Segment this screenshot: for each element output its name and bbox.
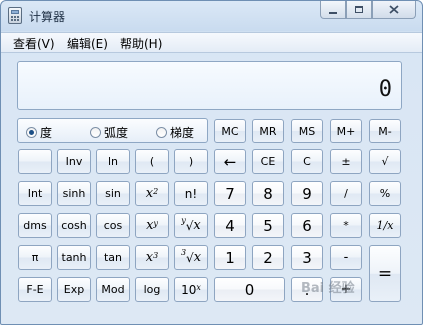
calculator-window: 计算器 查看(V) 编辑(E) 帮助(H) 0 度 弧度 梯度 MC MR MS… — [0, 0, 423, 325]
radical-icon: √ — [185, 218, 194, 233]
radio-radians[interactable]: 弧度 — [90, 124, 128, 141]
key-ten-power-x[interactable]: 10 x — [174, 277, 208, 302]
result-display: 0 — [17, 61, 402, 110]
key-9[interactable]: 9 — [291, 181, 323, 206]
radio-label: 度 — [40, 126, 53, 140]
key-open-paren[interactable]: ( — [135, 149, 169, 174]
key-c[interactable]: C — [291, 149, 323, 174]
key-cube-root[interactable]: 3 √ x — [174, 245, 208, 270]
key-mc[interactable]: MC — [214, 119, 246, 143]
key-int[interactable]: Int — [18, 181, 52, 206]
key-4[interactable]: 4 — [214, 213, 246, 238]
key-cube-root-index: 3 — [180, 248, 187, 257]
key-divide[interactable]: / — [330, 181, 362, 206]
key-x-power-y-exp: y — [153, 219, 158, 228]
key-negate[interactable]: ± — [330, 149, 362, 174]
radio-degrees[interactable]: 度 — [26, 124, 52, 141]
key-close-paren[interactable]: ) — [174, 149, 208, 174]
minimize-icon — [329, 11, 337, 14]
key-x-cubed-base: x — [145, 250, 154, 265]
key-backspace[interactable]: ← — [214, 149, 246, 174]
key-subtract[interactable]: - — [330, 245, 362, 270]
key-0[interactable]: 0 — [214, 277, 285, 302]
window-title: 计算器 — [29, 10, 66, 24]
key-5[interactable]: 5 — [252, 213, 284, 238]
key-sqrt[interactable]: √ — [369, 149, 401, 174]
menu-help[interactable]: 帮助(H) — [120, 35, 162, 52]
title-bar: 计算器 — [1, 1, 422, 31]
key-ce[interactable]: CE — [252, 149, 284, 174]
radical-icon: √ — [186, 250, 194, 265]
watermark: Bai 经验 — [301, 281, 355, 296]
key-sinh[interactable]: sinh — [57, 181, 91, 206]
close-icon — [389, 5, 399, 14]
radio-dot — [90, 127, 101, 138]
key-cube-root-radicand: x — [193, 250, 202, 265]
key-tanh[interactable]: tanh — [57, 245, 91, 270]
key-6[interactable]: 6 — [291, 213, 323, 238]
maximize-button[interactable] — [346, 1, 372, 19]
angle-unit-group: 度 弧度 梯度 — [17, 118, 208, 143]
calculator-app-icon — [8, 7, 22, 24]
key-tan[interactable]: tan — [96, 245, 130, 270]
radio-grads[interactable]: 梯度 — [156, 124, 194, 141]
key-m-plus[interactable]: M+ — [330, 119, 362, 143]
key-factorial[interactable]: n! — [174, 181, 208, 206]
key-cosh[interactable]: cosh — [57, 213, 91, 238]
key-exp[interactable]: Exp — [57, 277, 91, 302]
key-equals[interactable]: = — [369, 245, 401, 302]
menu-bar: 查看(V) 编辑(E) 帮助(H) — [1, 32, 422, 53]
key-log[interactable]: log — [135, 277, 169, 302]
key-x-squared[interactable]: x2 — [135, 181, 169, 206]
key-x-cubed[interactable]: x3 — [135, 245, 169, 270]
key-sin[interactable]: sin — [96, 181, 130, 206]
key-fe[interactable]: F-E — [18, 277, 52, 302]
key-ms[interactable]: MS — [291, 119, 323, 143]
key-multiply[interactable]: * — [330, 213, 362, 238]
key-3[interactable]: 3 — [291, 245, 323, 270]
key-dms[interactable]: dms — [18, 213, 52, 238]
key-blank[interactable] — [18, 149, 52, 174]
key-7[interactable]: 7 — [214, 181, 246, 206]
close-button[interactable] — [372, 1, 416, 19]
key-x-cubed-exp: 3 — [153, 251, 159, 260]
radio-dot-selected — [26, 127, 37, 138]
key-percent[interactable]: % — [369, 181, 401, 206]
key-8[interactable]: 8 — [252, 181, 284, 206]
key-cos[interactable]: cos — [96, 213, 130, 238]
key-y-root-x-index: y — [181, 216, 186, 225]
key-inv[interactable]: Inv — [57, 149, 91, 174]
key-x-power-y[interactable]: xy — [135, 213, 169, 238]
menu-view[interactable]: 查看(V) — [13, 35, 55, 52]
menu-edit[interactable]: 编辑(E) — [67, 35, 108, 52]
display-value: 0 — [378, 77, 392, 102]
key-1[interactable]: 1 — [214, 245, 246, 270]
key-y-root-x-radicand: x — [193, 218, 201, 233]
key-ten-power-x-exp: x — [196, 283, 201, 292]
key-2[interactable]: 2 — [252, 245, 284, 270]
key-ten-power-x-base: 10 — [181, 282, 197, 297]
key-mod[interactable]: Mod — [96, 277, 130, 302]
radio-label: 弧度 — [104, 126, 129, 140]
key-mr[interactable]: MR — [252, 119, 284, 143]
key-y-root-x[interactable]: y √ x — [174, 213, 208, 238]
key-m-minus[interactable]: M- — [369, 119, 401, 143]
maximize-icon — [355, 6, 363, 13]
key-x-squared-exp: 2 — [153, 187, 159, 196]
key-pi[interactable]: π — [18, 245, 52, 270]
window-controls — [320, 1, 416, 20]
key-ln[interactable]: ln — [96, 149, 130, 174]
minimize-button[interactable] — [320, 1, 346, 19]
key-reciprocal[interactable]: 1/x — [369, 213, 401, 238]
radio-dot — [156, 127, 167, 138]
radio-label: 梯度 — [170, 126, 195, 140]
